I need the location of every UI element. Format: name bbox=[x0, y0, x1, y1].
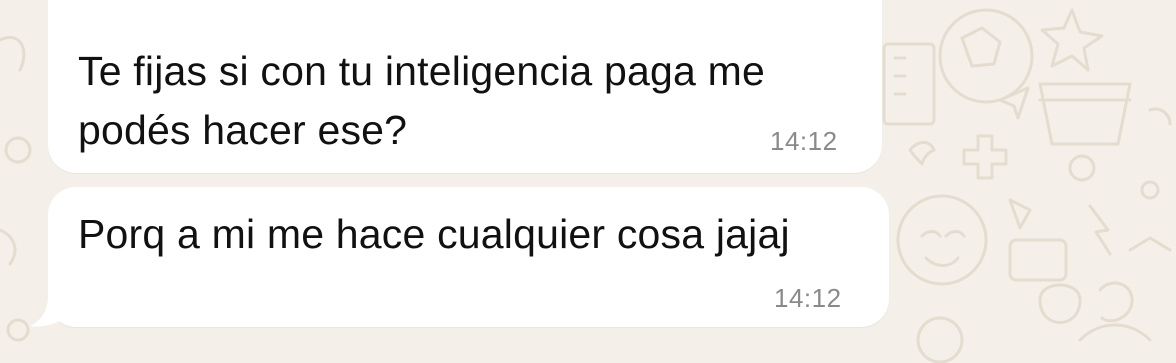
message-text-line: Porq a mi me hace cualquier cosa jajaj bbox=[78, 211, 790, 257]
message-timestamp: 14:12 bbox=[774, 283, 842, 313]
message-text-line: podés hacer ese? bbox=[78, 107, 408, 153]
message-text-line: Te fijas si con tu inteligencia paga me bbox=[78, 48, 765, 94]
message-timestamp: 14:12 bbox=[770, 126, 838, 156]
message-bubble[interactable]: Porq a mi me hace cualquier cosa jajaj 1… bbox=[48, 187, 889, 327]
bubble-tail-icon bbox=[30, 296, 66, 327]
message-bubble[interactable]: Te fijas si con tu inteligencia paga me … bbox=[48, 0, 882, 173]
